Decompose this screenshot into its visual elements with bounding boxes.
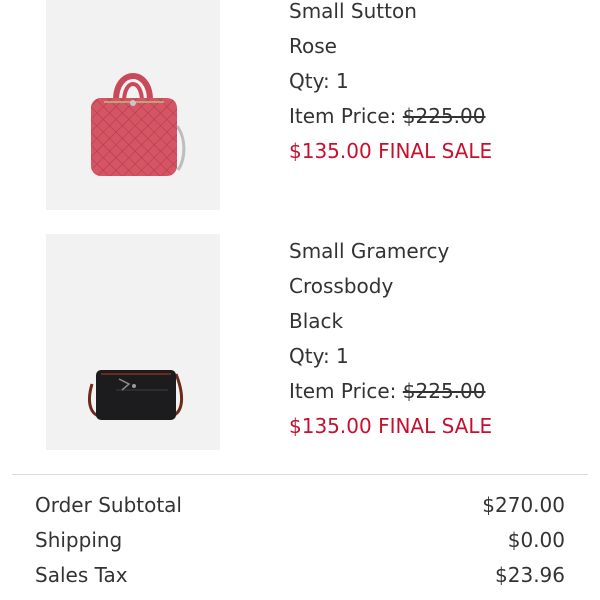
order-summary: Order Subtotal $270.00 Shipping $0.00 Sa… xyxy=(35,488,565,593)
product-name-line-2[interactable]: Crossbody xyxy=(289,269,492,304)
product-name[interactable]: Small Sutton xyxy=(289,0,492,29)
cart-item-2-details: Small Gramercy Crossbody Black Qty: 1 It… xyxy=(289,234,492,444)
original-price: $225.00 xyxy=(402,379,486,403)
product-image-small-sutton[interactable] xyxy=(46,0,220,210)
product-color: Rose xyxy=(289,34,337,58)
product-qty: Qty: 1 xyxy=(289,344,349,368)
crossbody-bag-icon xyxy=(88,370,183,420)
shipping-row: Shipping $0.00 xyxy=(35,523,565,558)
cart-item-1-details: Small Sutton Rose Qty: 1 Item Price: $22… xyxy=(289,0,492,169)
original-price: $225.00 xyxy=(402,104,486,128)
tax-row: Sales Tax $23.96 xyxy=(35,558,565,593)
product-name-line-1: Small Gramercy xyxy=(289,239,450,263)
subtotal-label: Order Subtotal xyxy=(35,493,182,517)
tax-value: $23.96 xyxy=(495,563,565,587)
shipping-value: $0.00 xyxy=(507,528,565,552)
item-price-label: Item Price: xyxy=(289,104,397,128)
subtotal-value: $270.00 xyxy=(482,493,565,517)
product-image-small-gramercy[interactable] xyxy=(46,234,220,450)
quilted-tote-icon xyxy=(91,73,186,176)
subtotal-row: Order Subtotal $270.00 xyxy=(35,488,565,523)
product-name[interactable]: Small Gramercy xyxy=(289,234,492,269)
item-price-row: Item Price: $225.00 xyxy=(289,99,492,134)
sale-price: $135.00 FINAL SALE xyxy=(289,414,493,438)
tax-label: Sales Tax xyxy=(35,563,128,587)
item-price-row: Item Price: $225.00 xyxy=(289,374,492,409)
divider xyxy=(12,474,588,475)
item-price-label: Item Price: xyxy=(289,379,397,403)
shipping-label: Shipping xyxy=(35,528,123,552)
product-color: Black xyxy=(289,309,344,333)
sale-price: $135.00 FINAL SALE xyxy=(289,139,493,163)
product-qty: Qty: 1 xyxy=(289,69,349,93)
